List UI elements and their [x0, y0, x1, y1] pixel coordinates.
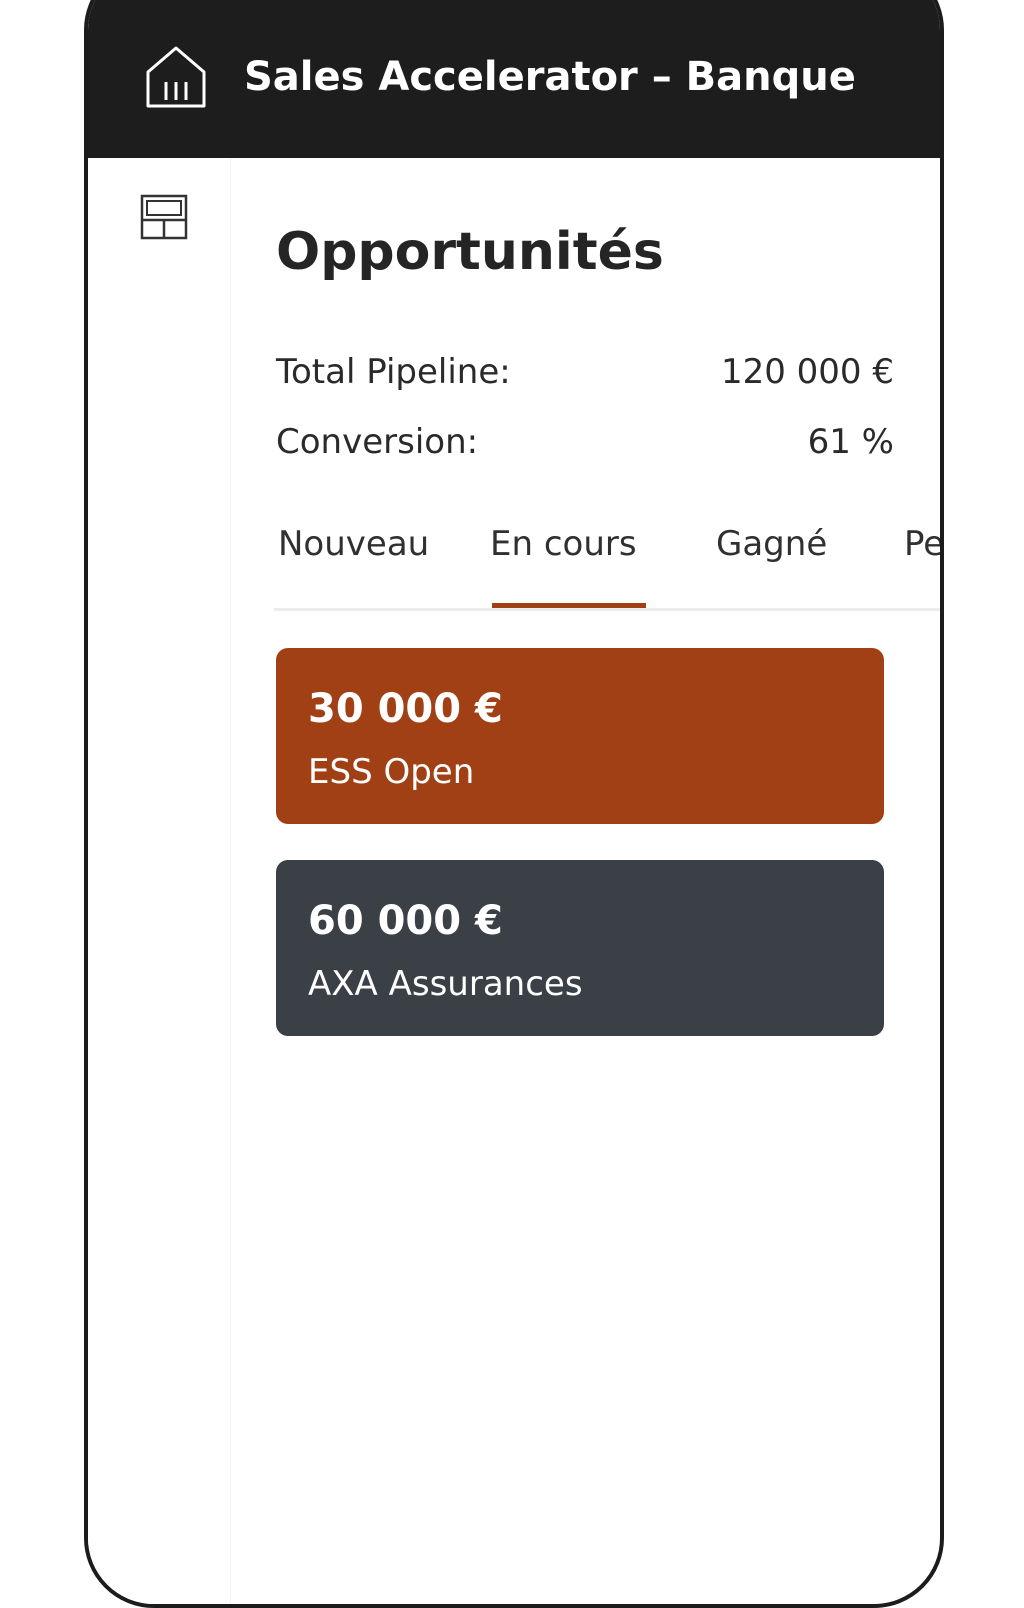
- opportunity-card[interactable]: 60 000 € AXA Assurances: [276, 860, 884, 1036]
- layout-grid-icon[interactable]: [140, 194, 188, 240]
- tab-gagne[interactable]: Gagné: [716, 524, 827, 564]
- tab-perdu[interactable]: Perdu: [904, 524, 940, 564]
- app-header: Sales Accelerator – Banque: [88, 0, 940, 158]
- opportunity-amount: 30 000 €: [308, 686, 503, 732]
- page-title: Opportunités: [276, 222, 664, 282]
- total-pipeline-label: Total Pipeline:: [276, 352, 511, 392]
- status-tabs: Nouveau En cours Gagné Perdu: [274, 524, 940, 611]
- total-pipeline-value: 120 000 €: [720, 352, 894, 392]
- tab-en-cours[interactable]: En cours: [490, 524, 637, 564]
- opportunity-amount: 60 000 €: [308, 898, 503, 944]
- sidebar: [88, 158, 231, 1604]
- phone-frame: Sales Accelerator – Banque Opportunités …: [84, 0, 944, 1608]
- opportunity-card[interactable]: 30 000 € ESS Open: [276, 648, 884, 824]
- active-tab-indicator: [492, 603, 646, 608]
- conversion-value: 61 %: [807, 422, 894, 462]
- conversion-label: Conversion:: [276, 422, 479, 462]
- opportunity-client: ESS Open: [308, 752, 475, 792]
- opportunity-client: AXA Assurances: [308, 964, 583, 1004]
- tab-nouveau[interactable]: Nouveau: [278, 524, 429, 564]
- app-title: Sales Accelerator – Banque: [244, 54, 856, 100]
- home-icon[interactable]: [144, 42, 208, 110]
